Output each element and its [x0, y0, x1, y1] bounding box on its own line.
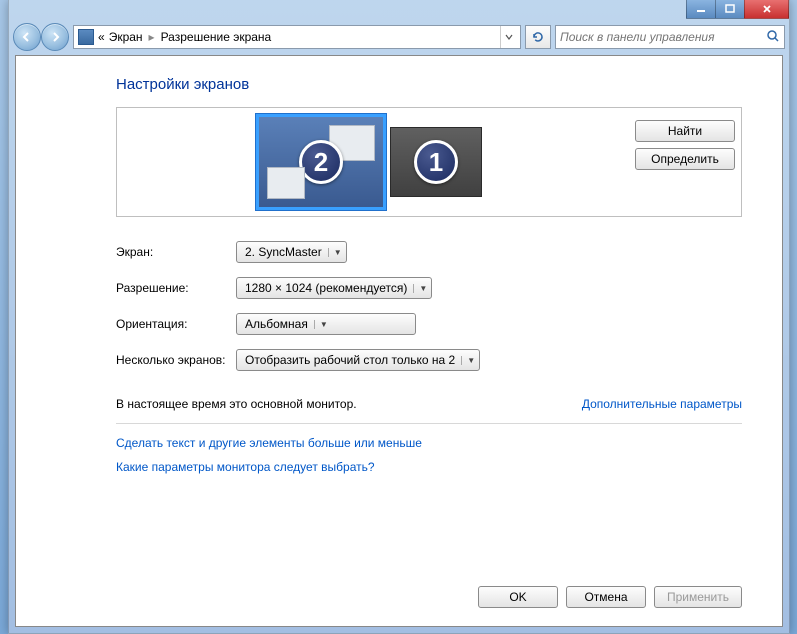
- refresh-icon: [531, 30, 545, 44]
- chevron-down-icon: ▼: [328, 248, 342, 257]
- chevron-down-icon: ▼: [314, 320, 328, 329]
- monitor-1-number: 1: [414, 140, 458, 184]
- nav-arrows: [13, 23, 69, 51]
- breadcrumb-laquo: «: [98, 30, 105, 44]
- address-dropdown[interactable]: [500, 26, 516, 48]
- chevron-down-icon: ▼: [413, 284, 427, 293]
- monitor-preview: 2 1 Найти Определить: [116, 107, 742, 217]
- arrow-left-icon: [21, 31, 33, 43]
- chevron-down-icon: [505, 33, 513, 41]
- forward-button[interactable]: [41, 23, 69, 51]
- row-display: Экран: 2. SyncMaster ▼: [116, 241, 742, 263]
- search-icon: [766, 29, 780, 46]
- navbar: « Экран ▸ Разрешение экрана: [9, 20, 789, 54]
- window-controls: [687, 0, 789, 19]
- back-button[interactable]: [13, 23, 41, 51]
- combo-multi-value: Отобразить рабочий стол только на 2: [245, 353, 455, 367]
- close-button[interactable]: [744, 0, 789, 19]
- combo-orientation-value: Альбомная: [245, 317, 308, 331]
- row-orientation: Ориентация: Альбомная ▼: [116, 313, 742, 335]
- breadcrumb-part1[interactable]: Экран: [109, 30, 143, 44]
- titlebar: [9, 0, 789, 20]
- maximize-button[interactable]: [715, 0, 745, 19]
- combo-multi[interactable]: Отобразить рабочий стол только на 2 ▼: [236, 349, 480, 371]
- apply-button[interactable]: Применить: [654, 586, 742, 608]
- content-area: Настройки экранов 2 1 Найти Определить Э…: [15, 55, 783, 627]
- label-resolution: Разрешение:: [116, 281, 236, 295]
- combo-display[interactable]: 2. SyncMaster ▼: [236, 241, 347, 263]
- label-display: Экран:: [116, 245, 236, 259]
- combo-orientation[interactable]: Альбомная ▼: [236, 313, 416, 335]
- text-size-link[interactable]: Сделать текст и другие элементы больше и…: [116, 436, 422, 450]
- content-inner: Настройки экранов 2 1 Найти Определить Э…: [16, 56, 782, 494]
- search-box[interactable]: [555, 25, 785, 49]
- which-settings-link[interactable]: Какие параметры монитора следует выбрать…: [116, 460, 375, 474]
- search-input[interactable]: [560, 30, 766, 44]
- status-row: В настоящее время это основной монитор. …: [116, 385, 742, 424]
- advanced-settings-link[interactable]: Дополнительные параметры: [582, 397, 742, 411]
- combo-resolution-value: 1280 × 1024 (рекомендуется): [245, 281, 407, 295]
- monitor-2-number: 2: [299, 140, 343, 184]
- monitor-1[interactable]: 1: [390, 127, 482, 197]
- footer-buttons: OK Отмена Применить: [478, 586, 742, 608]
- preview-buttons: Найти Определить: [615, 114, 735, 210]
- display-icon: [78, 29, 94, 45]
- combo-resolution[interactable]: 1280 × 1024 (рекомендуется) ▼: [236, 277, 432, 299]
- row-multi: Несколько экранов: Отобразить рабочий ст…: [116, 349, 742, 371]
- label-orientation: Ориентация:: [116, 317, 236, 331]
- identify-button[interactable]: Определить: [635, 148, 735, 170]
- label-multi: Несколько экранов:: [116, 353, 236, 367]
- address-bar[interactable]: « Экран ▸ Разрешение экрана: [73, 25, 521, 49]
- monitor-2[interactable]: 2: [256, 114, 386, 210]
- chevron-down-icon: ▼: [461, 356, 475, 365]
- breadcrumb-sep: ▸: [147, 30, 157, 44]
- page-title: Настройки экранов: [116, 76, 742, 93]
- arrow-right-icon: [49, 31, 61, 43]
- ok-button[interactable]: OK: [478, 586, 558, 608]
- minimize-button[interactable]: [686, 0, 716, 19]
- breadcrumb-part2[interactable]: Разрешение экрана: [161, 30, 272, 44]
- status-text: В настоящее время это основной монитор.: [116, 397, 357, 411]
- monitor-stage[interactable]: 2 1: [123, 114, 615, 210]
- combo-display-value: 2. SyncMaster: [245, 245, 322, 259]
- find-button[interactable]: Найти: [635, 120, 735, 142]
- cancel-button[interactable]: Отмена: [566, 586, 646, 608]
- refresh-button[interactable]: [525, 25, 551, 49]
- control-panel-window: « Экран ▸ Разрешение экрана Настройки эк…: [8, 0, 790, 634]
- row-resolution: Разрешение: 1280 × 1024 (рекомендуется) …: [116, 277, 742, 299]
